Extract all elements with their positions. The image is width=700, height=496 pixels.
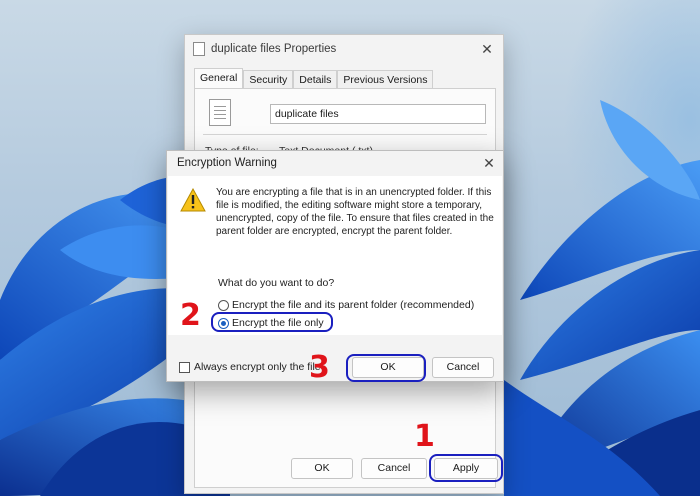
file-name-field[interactable]: duplicate files <box>270 104 486 124</box>
checkbox[interactable] <box>179 361 190 373</box>
tab-previous-versions[interactable]: Previous Versions <box>337 70 434 89</box>
encrypt-file-only-highlight <box>211 312 333 332</box>
always-encrypt-checkbox[interactable]: Always encrypt only the file <box>179 361 321 373</box>
file-icon <box>209 99 231 126</box>
radio-encrypt-file-and-folder[interactable]: Encrypt the file and its parent folder (… <box>218 299 474 311</box>
close-icon[interactable]: ✕ <box>481 155 497 171</box>
close-icon[interactable]: ✕ <box>479 41 495 57</box>
encryption-warning-dialog: Encryption Warning ✕ You are encrypting … <box>166 150 504 382</box>
ok-highlight <box>346 354 426 382</box>
warning-icon <box>180 188 206 212</box>
apply-highlight <box>429 454 503 482</box>
step-marker-2: 2 <box>180 298 201 333</box>
encryption-cancel-button[interactable]: Cancel <box>432 357 494 378</box>
properties-title: duplicate files Properties <box>211 43 337 55</box>
encryption-title: Encryption Warning <box>177 157 277 169</box>
divider <box>203 134 487 135</box>
file-icon <box>193 42 205 56</box>
properties-cancel-button[interactable]: Cancel <box>361 458 427 479</box>
properties-titlebar: duplicate files Properties <box>185 35 503 63</box>
tab-general[interactable]: General <box>194 68 244 89</box>
properties-ok-button[interactable]: OK <box>291 458 353 479</box>
encryption-titlebar: Encryption Warning <box>167 151 503 175</box>
radio-button[interactable] <box>218 299 229 311</box>
step-marker-3: 3 <box>309 350 330 385</box>
tab-details[interactable]: Details <box>293 70 338 89</box>
properties-tabs: General Security Details Previous Versio… <box>194 68 434 89</box>
radio-label: Encrypt the file and its parent folder (… <box>232 299 475 311</box>
question-label: What do you want to do? <box>218 277 335 289</box>
step-marker-1: 1 <box>414 419 435 454</box>
tab-security[interactable]: Security <box>243 70 294 89</box>
warning-message: You are encrypting a file that is in an … <box>216 187 494 237</box>
encryption-footer: Always encrypt only the file OK Cancel <box>167 335 503 381</box>
checkbox-label: Always encrypt only the file <box>194 361 321 373</box>
